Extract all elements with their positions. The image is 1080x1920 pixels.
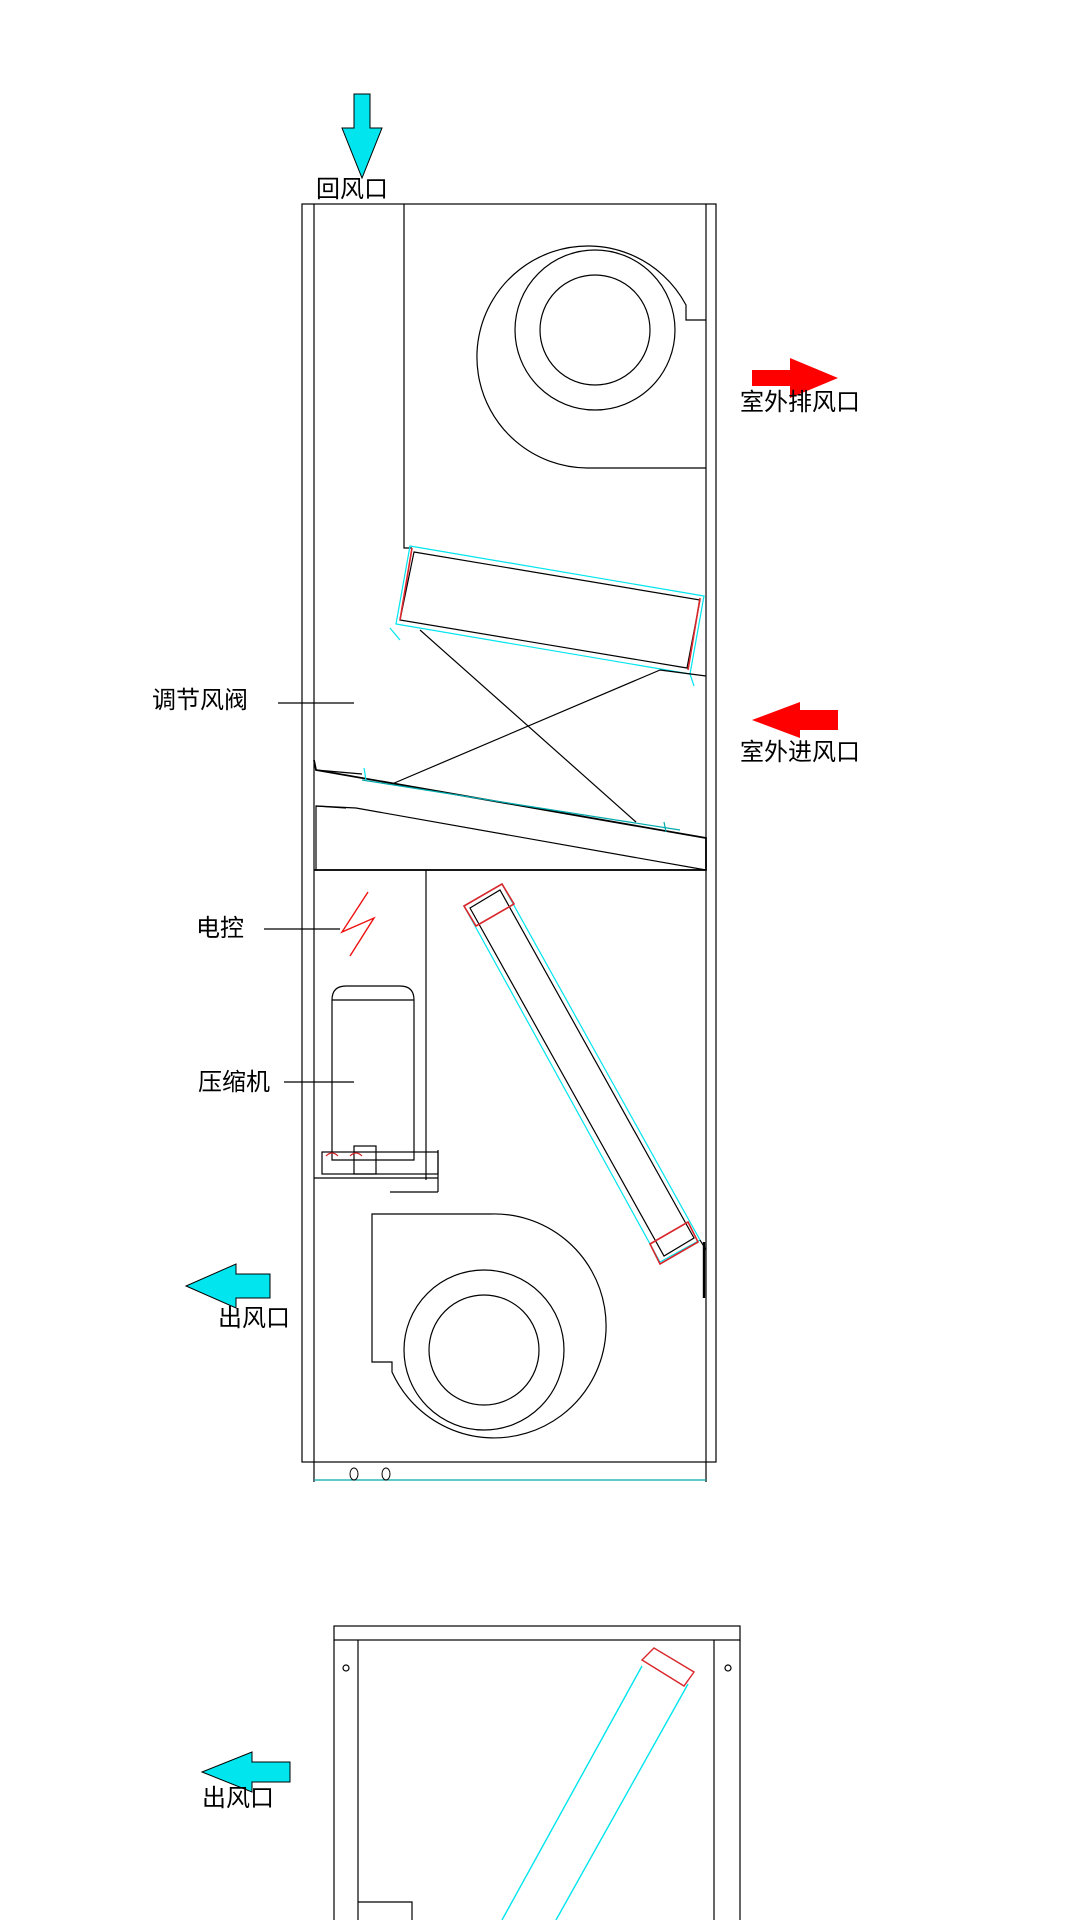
outdoor-intake-label: 室外进风口 xyxy=(740,738,860,766)
lower-unit-casing xyxy=(333,1625,741,1920)
drain-pan xyxy=(313,759,707,871)
compressor-label: 压缩机 xyxy=(198,1068,270,1096)
lower-unit-coil xyxy=(501,1647,696,1920)
exhaust-fan xyxy=(476,245,706,469)
arrow-left-icon xyxy=(752,702,838,738)
upper-coil xyxy=(389,545,705,687)
supply-air-label: 出风口 xyxy=(218,1304,290,1332)
supply-air-lower-label: 出风口 xyxy=(202,1784,274,1812)
unit-section-diagram xyxy=(184,93,838,1920)
return-air-label: 回风口 xyxy=(316,175,388,203)
outdoor-exhaust-label: 室外排风口 xyxy=(740,388,860,416)
upper-unit-casing xyxy=(301,203,717,1482)
base-screws xyxy=(349,1467,391,1481)
arrow-down-icon xyxy=(341,93,383,180)
damper xyxy=(391,629,707,823)
lightning-icon xyxy=(340,891,376,957)
supply-fan xyxy=(371,1213,607,1439)
damper-label: 调节风阀 xyxy=(152,686,248,714)
arrow-left-icon xyxy=(184,1263,271,1309)
leader-lines xyxy=(264,702,354,1083)
compressor xyxy=(314,985,439,1193)
electric-control-label: 电控 xyxy=(196,914,244,942)
lower-coil xyxy=(462,882,707,1298)
